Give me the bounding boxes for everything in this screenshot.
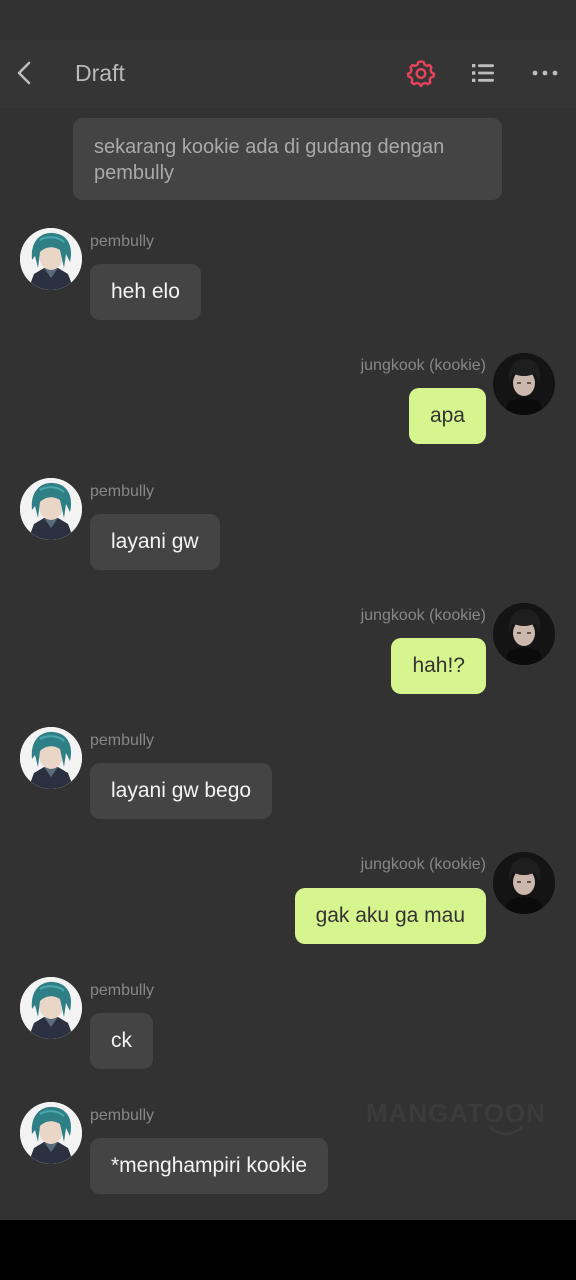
page-title: Draft xyxy=(75,60,125,86)
avatar-kookie[interactable] xyxy=(493,603,555,665)
message-bubble-incoming[interactable]: layani gw bego xyxy=(90,763,273,819)
sender-name: jungkook (kookie) xyxy=(360,856,486,873)
sender-name: jungkook (kookie) xyxy=(360,607,486,624)
message-bubble-outgoing[interactable]: hah!? xyxy=(391,638,486,694)
sender-name: pembully xyxy=(90,732,155,749)
sender-name: jungkook (kookie) xyxy=(360,357,486,374)
more-horizontal-icon[interactable] xyxy=(530,58,560,88)
list-icon[interactable] xyxy=(468,58,498,88)
pembully-portrait-icon xyxy=(20,1102,82,1164)
kookie-portrait-icon xyxy=(493,852,555,914)
chevron-left-icon[interactable] xyxy=(12,58,36,88)
gear-icon[interactable] xyxy=(406,58,436,88)
system-navigation-bar xyxy=(0,1220,576,1280)
avatar-pembully[interactable] xyxy=(20,478,82,540)
message-bubble-incoming[interactable]: layani gw xyxy=(90,514,220,570)
narration-box: sekarang kookie ada di gudang dengan pem… xyxy=(73,118,502,200)
pembully-portrait-icon xyxy=(20,977,82,1039)
sender-name: pembully xyxy=(90,483,155,500)
avatar-kookie[interactable] xyxy=(493,353,555,415)
sender-name: pembully xyxy=(90,1107,155,1124)
message-bubble-outgoing[interactable]: apa xyxy=(408,388,486,444)
pembully-portrait-icon xyxy=(20,228,82,290)
avatar-pembully[interactable] xyxy=(20,727,82,789)
watermark-logo: MANGATOON xyxy=(366,1098,546,1128)
pembully-portrait-icon xyxy=(20,478,82,540)
message-bubble-incoming[interactable]: ck xyxy=(90,1013,153,1069)
kookie-portrait-icon xyxy=(493,353,555,415)
sender-name: pembully xyxy=(90,233,155,250)
avatar-pembully[interactable] xyxy=(20,977,82,1039)
status-bar xyxy=(0,0,576,40)
message-bubble-incoming[interactable]: heh elo xyxy=(90,264,201,320)
message-bubble-incoming[interactable]: *menghampiri kookie xyxy=(90,1138,329,1194)
message-bubble-outgoing[interactable]: gak aku ga mau xyxy=(294,888,486,944)
kookie-portrait-icon xyxy=(493,603,555,665)
header-bar: Draft xyxy=(0,40,576,108)
avatar-pembully[interactable] xyxy=(20,228,82,290)
avatar-kookie[interactable] xyxy=(493,852,555,914)
sender-name: pembully xyxy=(90,982,155,999)
avatar-pembully[interactable] xyxy=(20,1102,82,1164)
pembully-portrait-icon xyxy=(20,727,82,789)
watermark-smile-icon xyxy=(489,1126,523,1136)
